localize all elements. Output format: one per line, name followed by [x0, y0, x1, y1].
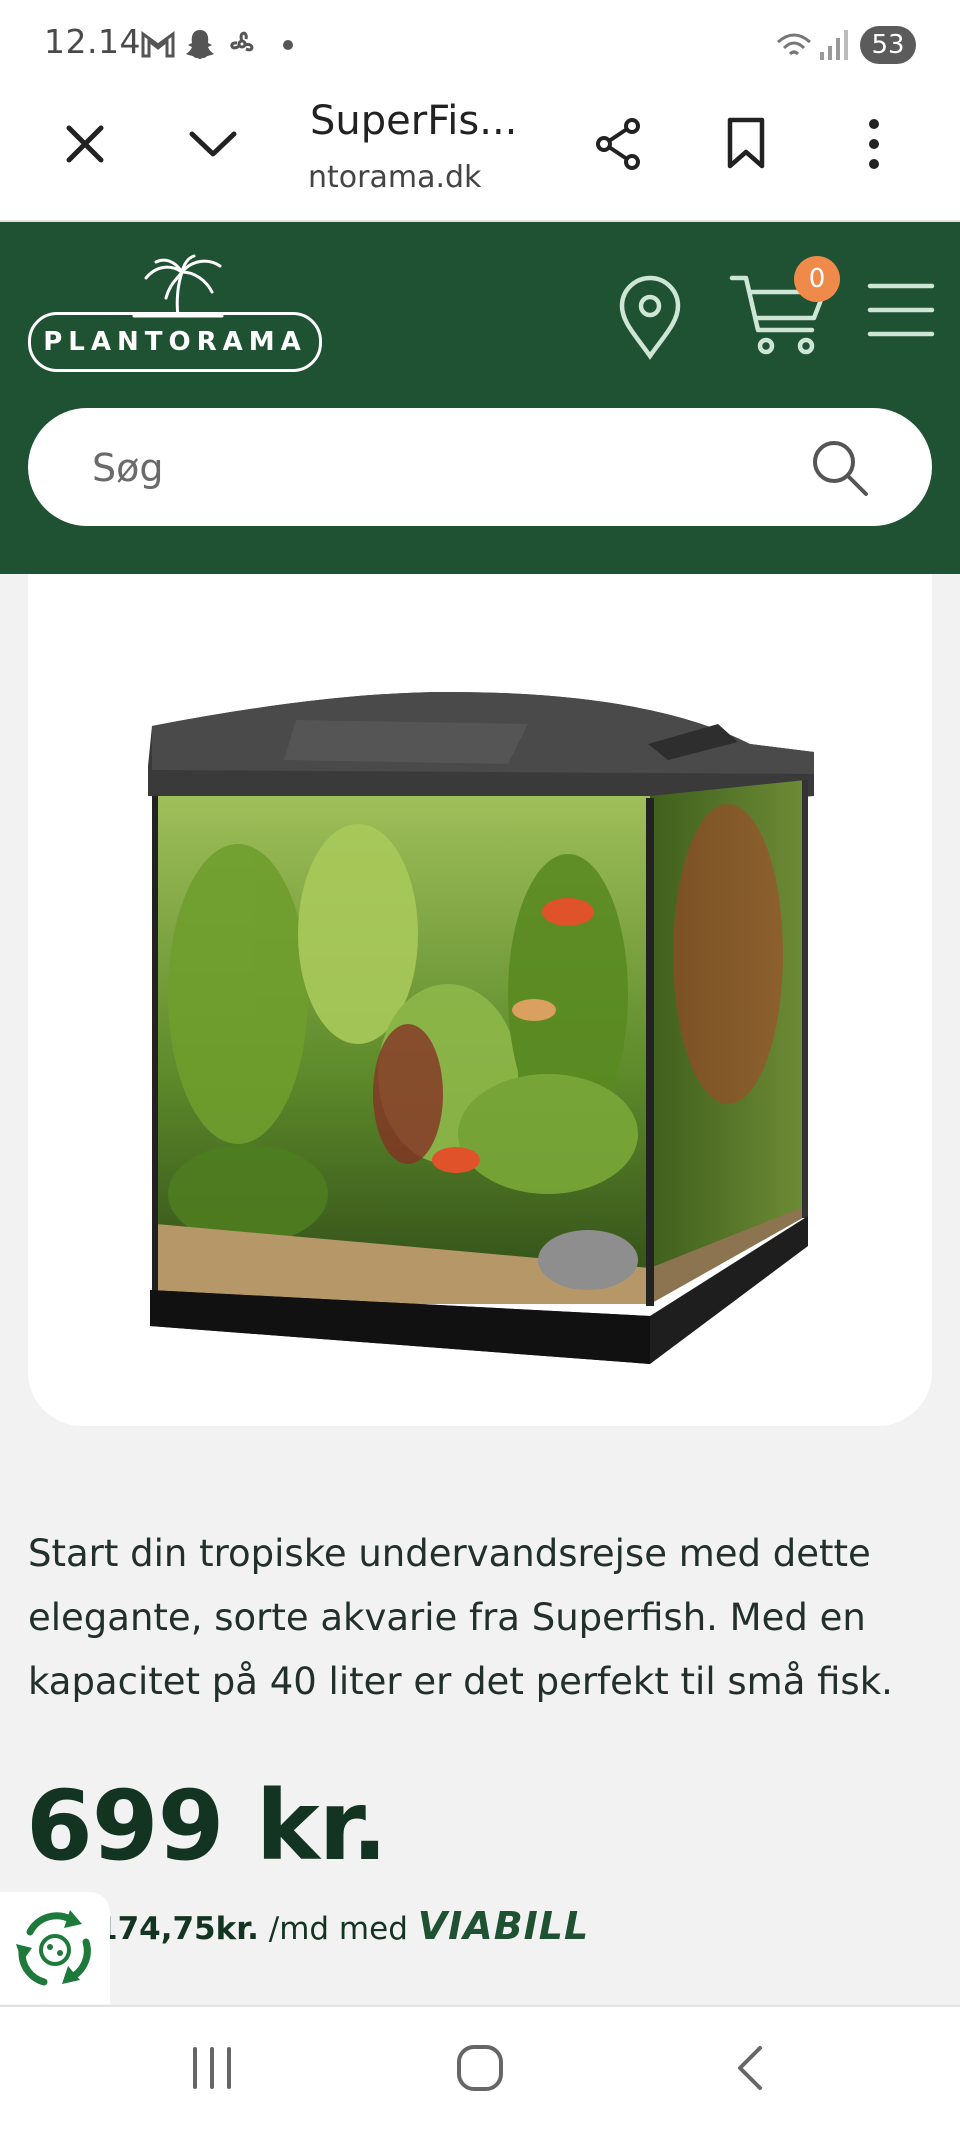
back-button[interactable]	[700, 2018, 800, 2118]
search-icon	[813, 441, 868, 496]
signal-icon	[820, 30, 848, 60]
palm-logo-icon[interactable]	[130, 254, 226, 320]
bookmark-button[interactable]	[706, 104, 786, 184]
bookmark-icon	[727, 117, 765, 169]
fan-icon	[230, 31, 254, 52]
plantorama-logo[interactable]: PLANTORAMA	[28, 312, 322, 372]
snapchat-icon	[186, 30, 214, 59]
wifi-icon	[777, 33, 811, 56]
tab-title[interactable]: SuperFis...	[310, 98, 517, 144]
dot-icon	[283, 40, 293, 50]
hamburger-menu-icon	[867, 283, 935, 337]
recent-apps-button[interactable]	[162, 2018, 262, 2118]
search-bar	[28, 408, 932, 526]
installment-amount: 174,75kr.	[96, 1911, 259, 1947]
close-tab-button[interactable]	[45, 104, 125, 184]
chevron-down-icon	[189, 131, 237, 157]
cart-count-badge: 0	[794, 256, 840, 302]
status-time: 12.14	[44, 22, 141, 61]
battery-indicator: 53	[860, 26, 916, 64]
gmail-icon	[141, 31, 175, 58]
sustainability-badge[interactable]	[0, 1892, 110, 2004]
viabill-logo: VIABILL	[417, 1904, 590, 1948]
recycle-icon	[16, 1910, 91, 1986]
product-image-card[interactable]	[28, 574, 932, 1426]
home-icon	[457, 2045, 503, 2091]
back-icon	[738, 2046, 762, 2090]
share-button[interactable]	[578, 104, 658, 184]
product-price: 699 kr.	[26, 1770, 388, 1882]
more-vert-icon	[869, 119, 879, 169]
location-pin-icon	[619, 275, 681, 360]
recent-apps-icon	[193, 2047, 231, 2089]
menu-button[interactable]	[866, 278, 936, 344]
share-icon	[596, 118, 640, 170]
installment-suffix: /md med	[258, 1911, 418, 1947]
home-button[interactable]	[430, 2018, 530, 2118]
close-icon	[66, 125, 104, 163]
tab-url[interactable]: ntorama.dk	[308, 160, 481, 195]
installment-info[interactable]: 174,75kr. /md med VIABILL	[96, 1904, 589, 1948]
more-options-button[interactable]	[834, 104, 914, 184]
product-description: Start din tropiske undervandsrejse med d…	[28, 1532, 893, 1703]
page-menu-button[interactable]	[173, 104, 253, 184]
search-button[interactable]	[808, 436, 872, 500]
aquarium-image	[148, 692, 814, 1364]
search-input[interactable]	[90, 438, 794, 498]
store-locator-button[interactable]	[612, 272, 688, 362]
